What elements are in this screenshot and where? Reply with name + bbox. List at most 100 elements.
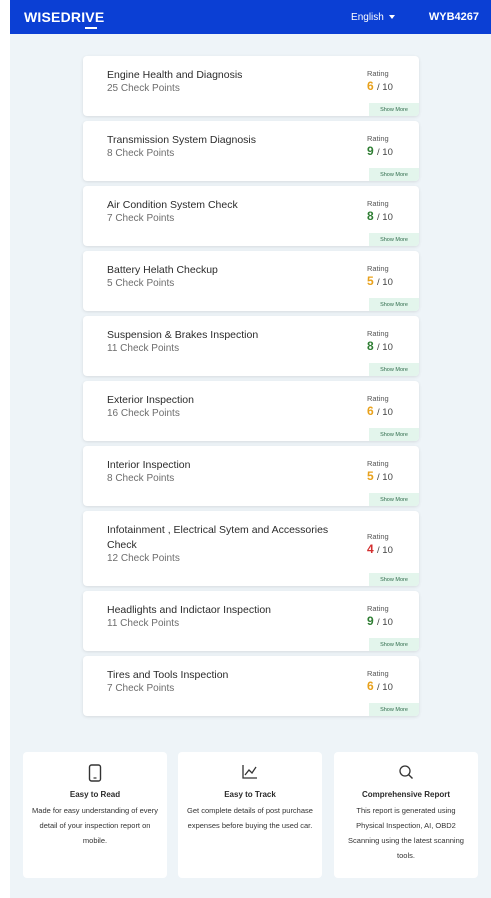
inspection-card[interactable]: Infotainment , Electrical Sytem and Acce… [83,511,419,586]
rating-label: Rating [367,669,389,678]
rating-score: 6 [367,79,374,93]
rating-max: / 10 [377,212,393,223]
mobile-phone-icon [23,764,167,782]
wisedrive-logo[interactable]: WISEDRIVE [24,9,105,29]
show-more-button[interactable]: Show More [369,103,419,116]
language-selector[interactable]: English [351,12,395,23]
inspection-title: Battery Helath Checkup [107,264,218,276]
rating-score: 5 [367,469,374,483]
rating-max: / 10 [377,682,393,693]
feature-description: Get complete details of post purchase ex… [187,806,313,830]
rating-value: 5 / 10 [367,274,393,288]
inspection-title: Tires and Tools Inspection [107,669,229,681]
show-more-button[interactable]: Show More [369,363,419,376]
rating-max: / 10 [377,407,393,418]
show-more-button[interactable]: Show More [369,298,419,311]
show-more-button[interactable]: Show More [369,638,419,651]
check-points-count: 7 Check Points [107,213,175,224]
rating-score: 8 [367,339,374,353]
report-panel: Engine Health and Diagnosis 25 Check Poin… [10,34,491,898]
rating-value: 6 / 10 [367,404,393,418]
rating-score: 9 [367,614,374,628]
rating-value: 5 / 10 [367,469,393,483]
inspection-card[interactable]: Air Condition System Check 7 Check Points… [83,186,419,246]
feature-card: Comprehensive Report This report is gener… [334,752,478,878]
inspection-title: Headlights and Indictaor Inspection [107,604,272,616]
feature-card: Easy to Track Get complete details of pos… [178,752,322,878]
rating-max: / 10 [377,82,393,93]
vehicle-plate: WYB4267 [428,11,479,23]
inspection-title: Engine Health and Diagnosis [107,69,243,81]
inspection-card[interactable]: Transmission System Diagnosis 8 Check Poi… [83,121,419,181]
rating-score: 6 [367,679,374,693]
rating-label: Rating [367,604,389,613]
logo-text: WISEDRIVE [24,9,105,25]
check-points-count: 16 Check Points [107,408,180,419]
rating-max: / 10 [377,342,393,353]
feature-title: Easy to Track [224,790,276,799]
inspection-card[interactable]: Exterior Inspection 16 Check Points Rating… [83,381,419,441]
inspection-card[interactable]: Engine Health and Diagnosis 25 Check Poin… [83,56,419,116]
show-more-button[interactable]: Show More [369,168,419,181]
search-icon [334,764,478,782]
inspection-title: Suspension & Brakes Inspection [107,329,259,341]
check-points-count: 7 Check Points [107,683,175,694]
rating-label: Rating [367,459,389,468]
rating-score: 8 [367,209,374,223]
check-points-count: 8 Check Points [107,473,175,484]
rating-score: 4 [367,542,374,556]
show-more-button[interactable]: Show More [369,428,419,441]
rating-value: 8 / 10 [367,339,393,353]
rating-score: 9 [367,144,374,158]
rating-max: / 10 [377,147,393,158]
show-more-button[interactable]: Show More [369,233,419,246]
show-more-button[interactable]: Show More [369,573,419,586]
logo-underline [85,27,97,29]
inspection-title: Interior Inspection [107,459,191,471]
rating-value: 4 / 10 [367,542,393,556]
inspection-card[interactable]: Tires and Tools Inspection 7 Check Points… [83,656,419,716]
check-points-count: 12 Check Points [107,553,180,564]
top-header: WISEDRIVE English WYB4267 [10,0,491,34]
rating-max: / 10 [377,472,393,483]
rating-value: 6 / 10 [367,79,393,93]
rating-label: Rating [367,199,389,208]
check-points-count: 8 Check Points [107,148,175,159]
chevron-down-icon [388,15,395,19]
rating-max: / 10 [377,545,393,556]
feature-title: Comprehensive Report [361,790,451,799]
inspection-card[interactable]: Interior Inspection 8 Check Points Rating 5… [83,446,419,506]
inspection-card[interactable]: Headlights and Indictaor Inspection 11 Ch… [83,591,419,651]
check-points-count: 11 Check Points [107,343,180,354]
inspection-card[interactable]: Battery Helath Checkup 5 Check Points Rati… [83,251,419,311]
inspection-title: Infotainment , Electrical Sytem and Acce… [107,524,329,551]
feature-card: Easy to Read Made for easy understanding … [23,752,167,878]
show-more-button[interactable]: Show More [369,703,419,716]
rating-label: Rating [367,329,389,338]
rating-value: 9 / 10 [367,614,393,628]
rating-label: Rating [367,394,389,403]
rating-label: Rating [367,134,389,143]
rating-label: Rating [367,69,389,78]
inspection-title: Exterior Inspection [107,394,194,406]
check-points-count: 11 Check Points [107,618,180,629]
line-chart-icon [178,764,322,782]
rating-value: 8 / 10 [367,209,393,223]
rating-value: 9 / 10 [367,144,393,158]
feature-description: This report is generated using Physical … [348,806,464,860]
feature-description: Made for easy understanding of every det… [32,806,158,845]
rating-value: 6 / 10 [367,679,393,693]
inspection-title: Air Condition System Check [107,199,238,211]
check-points-count: 25 Check Points [107,83,180,94]
show-more-button[interactable]: Show More [369,493,419,506]
rating-label: Rating [367,532,389,541]
language-label: English [351,11,384,23]
rating-label: Rating [367,264,389,273]
feature-title: Easy to Read [69,790,121,799]
rating-score: 5 [367,274,374,288]
header-right: English WYB4267 [351,11,479,23]
rating-max: / 10 [377,277,393,288]
rating-max: / 10 [377,617,393,628]
inspection-title: Transmission System Diagnosis [107,134,256,146]
inspection-card[interactable]: Suspension & Brakes Inspection 11 Check P… [83,316,419,376]
